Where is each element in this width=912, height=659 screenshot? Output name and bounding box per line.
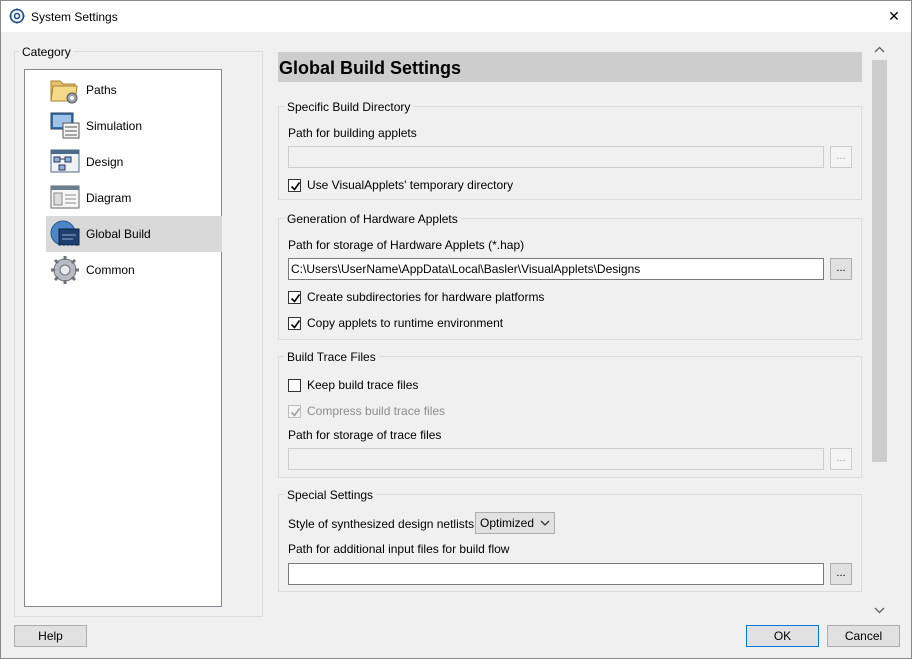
hap-path-browse-button[interactable]: ... [830,258,852,280]
copy-applets-checkbox[interactable]: Copy applets to runtime environment [288,316,503,330]
chevron-down-icon [540,520,550,526]
checkbox-box [288,290,301,304]
category-item-label: Paths [86,83,117,97]
page-title: Global Build Settings [279,58,462,78]
category-item-simulation[interactable]: Simulation [46,108,222,144]
ok-button[interactable]: OK [746,625,819,647]
scroll-up-icon[interactable] [874,46,885,54]
compress-trace-label: Compress build trace files [307,404,446,418]
input-files-path-input[interactable] [288,563,824,585]
netlist-style-label: Style of synthesized design netlists [288,517,475,531]
category-item-paths[interactable]: Paths [46,72,222,108]
category-item-global-build[interactable]: Global Build [46,216,222,252]
checkmark-icon [290,293,301,303]
category-item-diagram[interactable]: Diagram [46,180,222,216]
special-settings-title: Special Settings [284,488,377,502]
category-item-label: Simulation [86,119,143,133]
category-list: Paths Simulation Design Diagram Global B… [24,69,222,607]
category-item-common[interactable]: Common [46,252,222,288]
simulation-icon [50,112,80,139]
checkbox-box [288,316,301,330]
create-subdirs-label: Create subdirectories for hardware platf… [307,290,545,304]
specific-build-title: Specific Build Directory [284,100,414,114]
page-header: Global Build Settings [278,52,862,82]
help-button[interactable]: Help [14,625,87,647]
build-trace-title: Build Trace Files [284,350,379,364]
category-item-design[interactable]: Design [46,144,222,180]
hardware-applets-title: Generation of Hardware Applets [284,212,461,226]
trace-path-label: Path for storage of trace files [288,428,442,442]
category-item-label: Diagram [86,191,132,205]
diagram-icon [50,185,80,209]
close-button[interactable]: ✕ [877,1,911,32]
compress-trace-checkbox[interactable]: Compress build trace files [288,404,445,418]
input-files-browse-button[interactable]: ... [830,563,852,585]
build-path-label: Path for building applets [288,126,417,140]
use-temp-dir-label: Use VisualApplets' temporary directory [307,178,514,192]
scrollbar-thumb[interactable] [872,60,887,462]
checkmark-icon [290,319,301,329]
checkbox-box [288,378,301,392]
create-subdirs-checkbox[interactable]: Create subdirectories for hardware platf… [288,290,544,304]
settings-gear-icon [9,8,25,24]
build-path-input[interactable] [288,146,824,168]
category-label: Category [19,45,74,59]
checkmark-icon [290,407,301,417]
close-icon: ✕ [888,8,900,24]
checkbox-box [288,178,301,192]
window-title: System Settings [31,10,118,24]
keep-trace-checkbox[interactable]: Keep build trace files [288,378,418,392]
netlist-style-value: Optimized [480,516,535,530]
keep-trace-label: Keep build trace files [307,378,419,392]
category-item-label: Global Build [86,227,151,241]
design-icon [50,149,80,173]
title-bar: System Settings ✕ [1,1,911,32]
gear-icon [51,256,79,284]
cancel-button[interactable]: Cancel [827,625,900,647]
category-item-label: Common [86,263,135,277]
copy-applets-label: Copy applets to runtime environment [307,316,504,330]
category-item-label: Design [86,155,124,169]
input-files-path-label: Path for additional input files for buil… [288,542,510,556]
folder-gear-icon [50,80,78,104]
hap-path-label: Path for storage of Hardware Applets (*.… [288,238,525,252]
scroll-down-icon[interactable] [874,606,885,614]
trace-path-input[interactable] [288,448,824,470]
trace-path-browse-button[interactable]: ... [830,448,852,470]
build-path-browse-button[interactable]: ... [830,146,852,168]
netlist-style-select[interactable]: Optimized [475,512,555,534]
checkmark-icon [290,181,301,191]
use-temp-dir-checkbox[interactable]: Use VisualApplets' temporary directory [288,178,513,192]
checkbox-box [288,404,301,418]
chip-icon [50,220,80,247]
vertical-scrollbar[interactable] [871,42,888,618]
hap-path-input[interactable]: C:\Users\UserName\AppData\Local\Basler\V… [288,258,824,280]
system-settings-window: System Settings ✕ Category Paths Simulat… [0,0,912,659]
